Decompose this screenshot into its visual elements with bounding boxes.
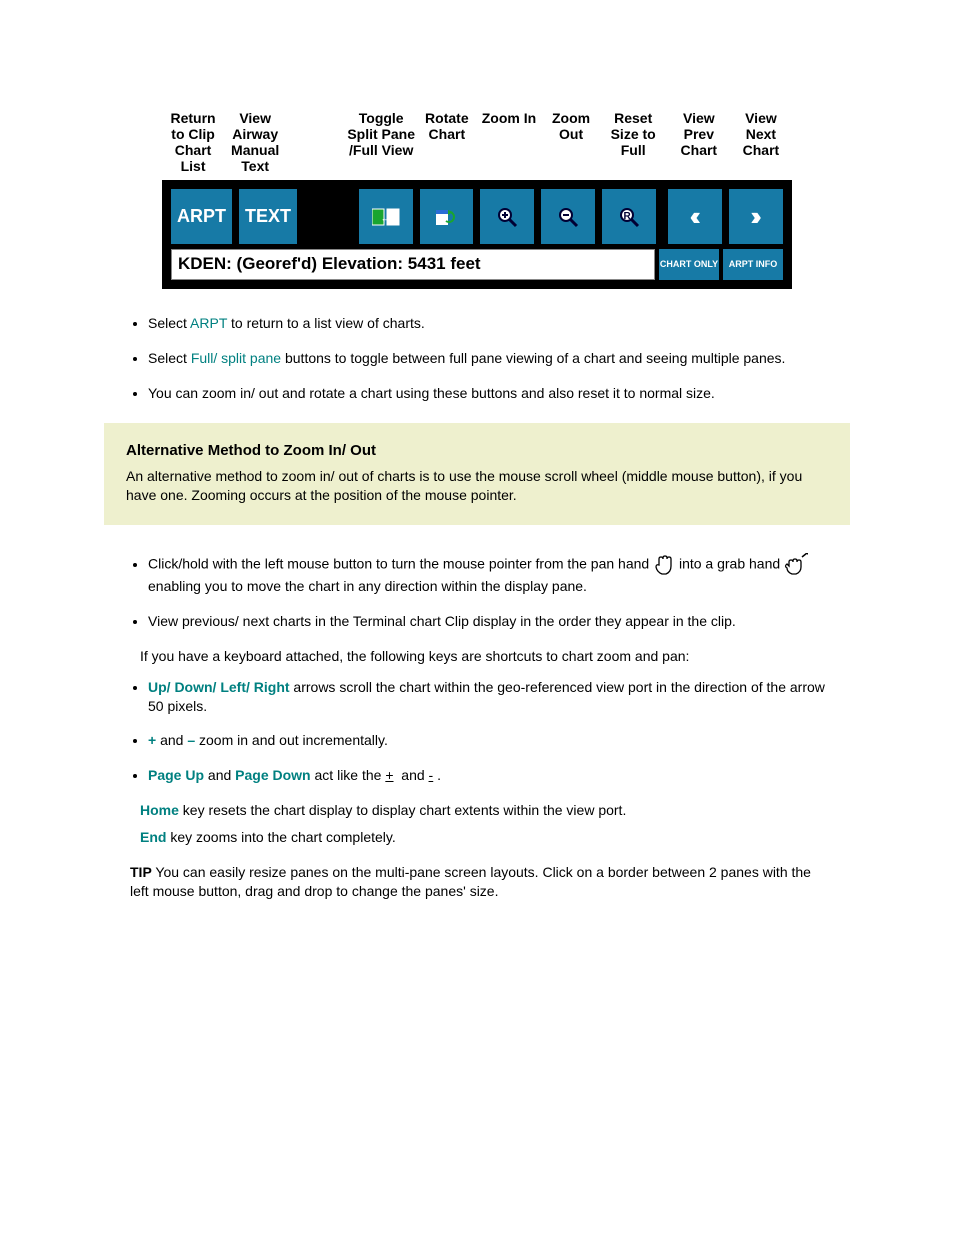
label-prev: View Prev Chart (668, 110, 730, 174)
label-zoom-out: Zoom Out (540, 110, 602, 174)
callout-title: Alternative Method to Zoom In/ Out (126, 441, 828, 461)
keyword-split: Full/ split pane (191, 350, 281, 366)
bullet-item: Up/ Down/ Left/ Right arrows scroll the … (148, 678, 844, 716)
keys-intro: If you have a keyboard attached, the fol… (140, 647, 814, 666)
label-text: View Airway Manual Text (224, 110, 286, 174)
zoom-out-button[interactable] (541, 189, 595, 244)
bullet-item: You can zoom in/ out and rotate a chart … (148, 384, 844, 403)
label-rotate: Rotate Chart (416, 110, 478, 174)
info-bar: KDEN: (Georef'd) Elevation: 5431 feet (171, 249, 655, 280)
arpt-button[interactable]: ARPT (171, 189, 232, 244)
zoom-in-icon (496, 206, 518, 228)
bullet-list-keys: Up/ Down/ Left/ Right arrows scroll the … (128, 678, 854, 786)
reset-size-button[interactable]: R (602, 189, 656, 244)
reset-icon: R (618, 206, 640, 228)
zoom-in-button[interactable] (480, 189, 534, 244)
label-split: Toggle Split Pane /Full View (347, 110, 416, 174)
prev-chart-button[interactable]: ‹‹ (668, 189, 722, 244)
arpt-info-button[interactable]: ARPT INFO (723, 249, 783, 280)
tip-block: TIP You can easily resize panes on the m… (130, 863, 824, 901)
label-zoom-in: Zoom In (478, 110, 540, 174)
chart-only-button[interactable]: CHART ONLY (659, 249, 719, 280)
label-arpt: Return to Clip Chart List (162, 110, 224, 174)
keys-home: Home key resets the chart display to dis… (140, 801, 814, 820)
label-next: View Next Chart (730, 110, 792, 174)
bullet-list-top: Select ARPT to return to a list view of … (128, 314, 854, 403)
bullet-list-mid: Click/hold with the left mouse button to… (128, 553, 854, 631)
tip-body: You can easily resize panes on the multi… (130, 864, 811, 899)
callout-body: An alternative method to zoom in/ out of… (126, 467, 828, 505)
bullet-item: Page Up and Page Down act like the + and… (148, 766, 844, 785)
bullet-item: Select ARPT to return to a list view of … (148, 314, 844, 333)
text-button[interactable]: TEXT (239, 189, 297, 244)
bullet-item: Click/hold with the left mouse button to… (148, 553, 844, 596)
keyword-arpt: ARPT (190, 315, 227, 331)
bullet-item: View previous/ next charts in the Termin… (148, 612, 844, 631)
split-pane-button[interactable]: ↔ (359, 189, 413, 244)
rotate-icon (434, 206, 458, 228)
toolbar-figure: Return to Clip Chart List View Airway Ma… (162, 110, 792, 289)
pan-hand-icon (653, 553, 675, 577)
grab-hand-icon (784, 553, 808, 577)
split-pane-icon: ↔ (372, 207, 400, 227)
zoom-out-icon (557, 206, 579, 228)
arpt-info-label: ARPT INFO (729, 260, 778, 269)
bullet-item: Select Full/ split pane buttons to toggl… (148, 349, 844, 368)
chevron-left-icon: ‹‹ (690, 201, 701, 232)
rotate-button[interactable] (420, 189, 474, 244)
keys-end: End key zooms into the chart completely. (140, 828, 814, 847)
svg-text:↔: ↔ (380, 210, 393, 225)
next-chart-button[interactable]: ›› (729, 189, 783, 244)
bullet-item: + and – zoom in and out incrementally. (148, 731, 844, 750)
tip-label: TIP (130, 864, 152, 880)
toolbar-panel: ARPT TEXT ↔ (162, 180, 792, 289)
callout-box: Alternative Method to Zoom In/ Out An al… (104, 423, 850, 525)
label-reset: Reset Size to Full (602, 110, 664, 174)
chevron-right-icon: ›› (750, 201, 761, 232)
